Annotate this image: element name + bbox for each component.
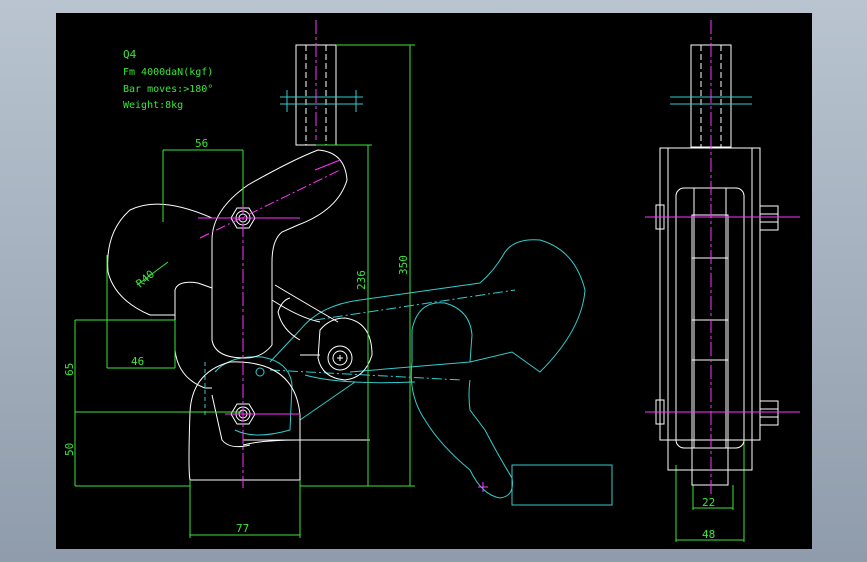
- note-force: Fm 4000daN(kgf): [123, 67, 213, 78]
- side-inner-plates: [675, 187, 745, 449]
- dim-46: 46: [131, 355, 144, 368]
- dim-r40: R40: [134, 268, 158, 291]
- drawing-notes: Q4 Fm 4000daN(kgf) Bar moves:>180° Weigh…: [123, 48, 213, 111]
- note-weight: Weight:8kg: [123, 100, 183, 111]
- dim-56: 56: [195, 137, 208, 150]
- dim-50: 50: [63, 443, 76, 456]
- dimension-labels: 56 R40 46 65 50 236 350 77 22 48: [63, 137, 715, 541]
- pin-middle: [327, 345, 353, 371]
- side-jaw: [691, 214, 729, 486]
- dim-236: 236: [355, 270, 368, 290]
- link-pivot-boss: [317, 317, 373, 381]
- cad-drawing: Q4 Fm 4000daN(kgf) Bar moves:>180° Weigh…: [63, 20, 800, 542]
- dim-65: 65: [63, 363, 76, 376]
- viewer-frame: Q4 Fm 4000daN(kgf) Bar moves:>180° Weigh…: [0, 0, 867, 562]
- upper-lever: [211, 149, 348, 359]
- front-view-phantom-position: [204, 239, 613, 506]
- jaw-hook: [107, 203, 213, 316]
- dim-350: 350: [397, 255, 410, 275]
- note-bar: Bar moves:>180°: [123, 84, 213, 95]
- dim-77: 77: [236, 522, 249, 535]
- side-outer-plates: [659, 147, 761, 441]
- note-title: Q4: [123, 48, 137, 61]
- side-view: [655, 44, 779, 486]
- dim-48: 48: [702, 528, 715, 541]
- dim-22: 22: [702, 496, 715, 509]
- drawing-canvas[interactable]: Q4 Fm 4000daN(kgf) Bar moves:>180° Weigh…: [56, 13, 812, 549]
